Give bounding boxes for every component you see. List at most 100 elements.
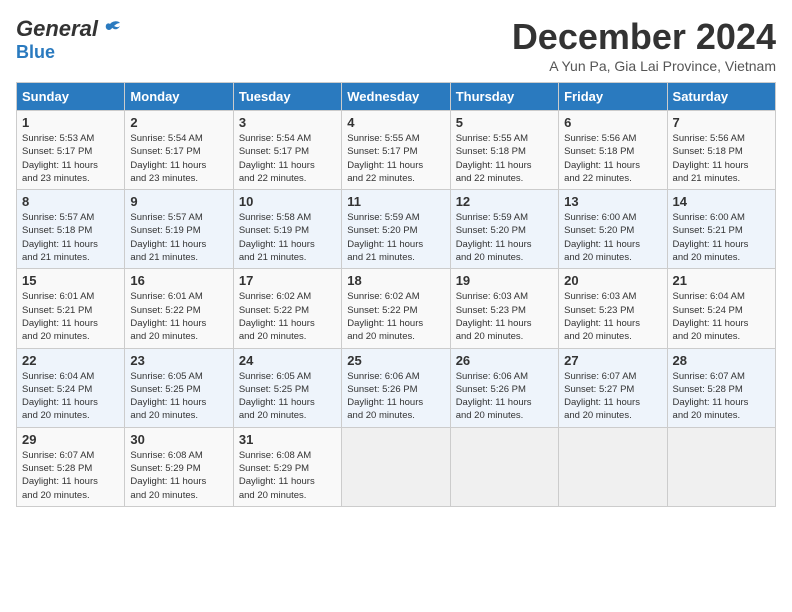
day-info: Sunrise: 6:04 AM Sunset: 5:24 PM Dayligh… bbox=[22, 370, 119, 423]
day-number: 24 bbox=[239, 353, 336, 368]
table-row bbox=[667, 427, 775, 506]
table-row: 6 Sunrise: 5:56 AM Sunset: 5:18 PM Daylig… bbox=[559, 111, 667, 190]
day-number: 22 bbox=[22, 353, 119, 368]
day-number: 26 bbox=[456, 353, 553, 368]
day-info: Sunrise: 6:06 AM Sunset: 5:26 PM Dayligh… bbox=[347, 370, 444, 423]
table-row: 23 Sunrise: 6:05 AM Sunset: 5:25 PM Dayli… bbox=[125, 348, 233, 427]
table-row: 25 Sunrise: 6:06 AM Sunset: 5:26 PM Dayli… bbox=[342, 348, 450, 427]
day-info: Sunrise: 6:00 AM Sunset: 5:21 PM Dayligh… bbox=[673, 211, 770, 264]
day-number: 3 bbox=[239, 115, 336, 130]
day-number: 13 bbox=[564, 194, 661, 209]
table-row: 20 Sunrise: 6:03 AM Sunset: 5:23 PM Dayli… bbox=[559, 269, 667, 348]
day-number: 30 bbox=[130, 432, 227, 447]
table-row: 8 Sunrise: 5:57 AM Sunset: 5:18 PM Daylig… bbox=[17, 190, 125, 269]
table-row: 12Sunrise: 5:59 AM Sunset: 5:20 PM Dayli… bbox=[450, 190, 558, 269]
day-info: Sunrise: 6:08 AM Sunset: 5:29 PM Dayligh… bbox=[239, 449, 336, 502]
table-row: 21 Sunrise: 6:04 AM Sunset: 5:24 PM Dayli… bbox=[667, 269, 775, 348]
day-number: 19 bbox=[456, 273, 553, 288]
day-number: 9 bbox=[130, 194, 227, 209]
table-row: 17 Sunrise: 6:02 AM Sunset: 5:22 PM Dayli… bbox=[233, 269, 341, 348]
day-info: Sunrise: 6:03 AM Sunset: 5:23 PM Dayligh… bbox=[456, 290, 553, 343]
day-number: 1 bbox=[22, 115, 119, 130]
day-number: 10 bbox=[239, 194, 336, 209]
logo-bird-icon bbox=[100, 20, 122, 38]
calendar-table: Sunday Monday Tuesday Wednesday Thursday… bbox=[16, 82, 776, 507]
day-info: Sunrise: 5:56 AM Sunset: 5:18 PM Dayligh… bbox=[564, 132, 661, 185]
calendar-week-row: 1 Sunrise: 5:53 AM Sunset: 5:17 PM Daylig… bbox=[17, 111, 776, 190]
table-row: 30 Sunrise: 6:08 AM Sunset: 5:29 PM Dayli… bbox=[125, 427, 233, 506]
day-info: Sunrise: 6:04 AM Sunset: 5:24 PM Dayligh… bbox=[673, 290, 770, 343]
table-row bbox=[450, 427, 558, 506]
day-info: Sunrise: 6:00 AM Sunset: 5:20 PM Dayligh… bbox=[564, 211, 661, 264]
table-row: 2Sunrise: 5:54 AM Sunset: 5:17 PM Daylig… bbox=[125, 111, 233, 190]
month-title: December 2024 bbox=[512, 16, 776, 58]
day-info: Sunrise: 5:57 AM Sunset: 5:19 PM Dayligh… bbox=[130, 211, 227, 264]
table-row: 27Sunrise: 6:07 AM Sunset: 5:27 PM Dayli… bbox=[559, 348, 667, 427]
day-number: 28 bbox=[673, 353, 770, 368]
day-info: Sunrise: 6:01 AM Sunset: 5:21 PM Dayligh… bbox=[22, 290, 119, 343]
col-monday: Monday bbox=[125, 83, 233, 111]
table-row: 24 Sunrise: 6:05 AM Sunset: 5:25 PM Dayli… bbox=[233, 348, 341, 427]
table-row: 29Sunrise: 6:07 AM Sunset: 5:28 PM Dayli… bbox=[17, 427, 125, 506]
day-info: Sunrise: 6:08 AM Sunset: 5:29 PM Dayligh… bbox=[130, 449, 227, 502]
table-row: 31 Sunrise: 6:08 AM Sunset: 5:29 PM Dayli… bbox=[233, 427, 341, 506]
day-number: 7 bbox=[673, 115, 770, 130]
calendar-week-row: 15 Sunrise: 6:01 AM Sunset: 5:21 PM Dayli… bbox=[17, 269, 776, 348]
day-info: Sunrise: 5:54 AM Sunset: 5:17 PM Dayligh… bbox=[130, 132, 227, 185]
table-row: 18 Sunrise: 6:02 AM Sunset: 5:22 PM Dayli… bbox=[342, 269, 450, 348]
day-number: 6 bbox=[564, 115, 661, 130]
day-info: Sunrise: 5:54 AM Sunset: 5:17 PM Dayligh… bbox=[239, 132, 336, 185]
col-tuesday: Tuesday bbox=[233, 83, 341, 111]
page-header: General Blue December 2024 A Yun Pa, Gia… bbox=[16, 16, 776, 74]
location-title: A Yun Pa, Gia Lai Province, Vietnam bbox=[512, 58, 776, 74]
day-info: Sunrise: 6:05 AM Sunset: 5:25 PM Dayligh… bbox=[239, 370, 336, 423]
table-row bbox=[342, 427, 450, 506]
day-info: Sunrise: 5:57 AM Sunset: 5:18 PM Dayligh… bbox=[22, 211, 119, 264]
day-info: Sunrise: 6:07 AM Sunset: 5:28 PM Dayligh… bbox=[22, 449, 119, 502]
day-number: 15 bbox=[22, 273, 119, 288]
day-number: 21 bbox=[673, 273, 770, 288]
table-row: 26 Sunrise: 6:06 AM Sunset: 5:26 PM Dayli… bbox=[450, 348, 558, 427]
day-info: Sunrise: 6:02 AM Sunset: 5:22 PM Dayligh… bbox=[347, 290, 444, 343]
table-row: 1 Sunrise: 5:53 AM Sunset: 5:17 PM Daylig… bbox=[17, 111, 125, 190]
logo-general-text: General bbox=[16, 16, 98, 42]
day-number: 20 bbox=[564, 273, 661, 288]
day-info: Sunrise: 6:06 AM Sunset: 5:26 PM Dayligh… bbox=[456, 370, 553, 423]
day-number: 18 bbox=[347, 273, 444, 288]
day-number: 31 bbox=[239, 432, 336, 447]
logo-blue-text: Blue bbox=[16, 42, 55, 62]
logo: General Blue bbox=[16, 16, 122, 63]
day-info: Sunrise: 5:58 AM Sunset: 5:19 PM Dayligh… bbox=[239, 211, 336, 264]
table-row: 13 Sunrise: 6:00 AM Sunset: 5:20 PM Dayli… bbox=[559, 190, 667, 269]
day-number: 23 bbox=[130, 353, 227, 368]
day-number: 12 bbox=[456, 194, 553, 209]
table-row: 15 Sunrise: 6:01 AM Sunset: 5:21 PM Dayli… bbox=[17, 269, 125, 348]
col-saturday: Saturday bbox=[667, 83, 775, 111]
calendar-week-row: 8 Sunrise: 5:57 AM Sunset: 5:18 PM Daylig… bbox=[17, 190, 776, 269]
col-friday: Friday bbox=[559, 83, 667, 111]
day-info: Sunrise: 5:55 AM Sunset: 5:18 PM Dayligh… bbox=[456, 132, 553, 185]
day-info: Sunrise: 5:59 AM Sunset: 5:20 PM Dayligh… bbox=[347, 211, 444, 264]
day-number: 8 bbox=[22, 194, 119, 209]
calendar-header-row: Sunday Monday Tuesday Wednesday Thursday… bbox=[17, 83, 776, 111]
day-info: Sunrise: 5:53 AM Sunset: 5:17 PM Dayligh… bbox=[22, 132, 119, 185]
table-row: 7 Sunrise: 5:56 AM Sunset: 5:18 PM Daylig… bbox=[667, 111, 775, 190]
day-info: Sunrise: 5:55 AM Sunset: 5:17 PM Dayligh… bbox=[347, 132, 444, 185]
calendar-week-row: 22 Sunrise: 6:04 AM Sunset: 5:24 PM Dayli… bbox=[17, 348, 776, 427]
day-info: Sunrise: 6:05 AM Sunset: 5:25 PM Dayligh… bbox=[130, 370, 227, 423]
table-row: 5Sunrise: 5:55 AM Sunset: 5:18 PM Daylig… bbox=[450, 111, 558, 190]
day-number: 4 bbox=[347, 115, 444, 130]
day-number: 17 bbox=[239, 273, 336, 288]
day-info: Sunrise: 6:03 AM Sunset: 5:23 PM Dayligh… bbox=[564, 290, 661, 343]
table-row: 22 Sunrise: 6:04 AM Sunset: 5:24 PM Dayli… bbox=[17, 348, 125, 427]
day-info: Sunrise: 5:56 AM Sunset: 5:18 PM Dayligh… bbox=[673, 132, 770, 185]
table-row: 4 Sunrise: 5:55 AM Sunset: 5:17 PM Daylig… bbox=[342, 111, 450, 190]
col-wednesday: Wednesday bbox=[342, 83, 450, 111]
col-sunday: Sunday bbox=[17, 83, 125, 111]
table-row: 3 Sunrise: 5:54 AM Sunset: 5:17 PM Daylig… bbox=[233, 111, 341, 190]
day-number: 25 bbox=[347, 353, 444, 368]
day-number: 11 bbox=[347, 194, 444, 209]
day-info: Sunrise: 6:07 AM Sunset: 5:27 PM Dayligh… bbox=[564, 370, 661, 423]
day-info: Sunrise: 6:02 AM Sunset: 5:22 PM Dayligh… bbox=[239, 290, 336, 343]
table-row: 16Sunrise: 6:01 AM Sunset: 5:22 PM Dayli… bbox=[125, 269, 233, 348]
